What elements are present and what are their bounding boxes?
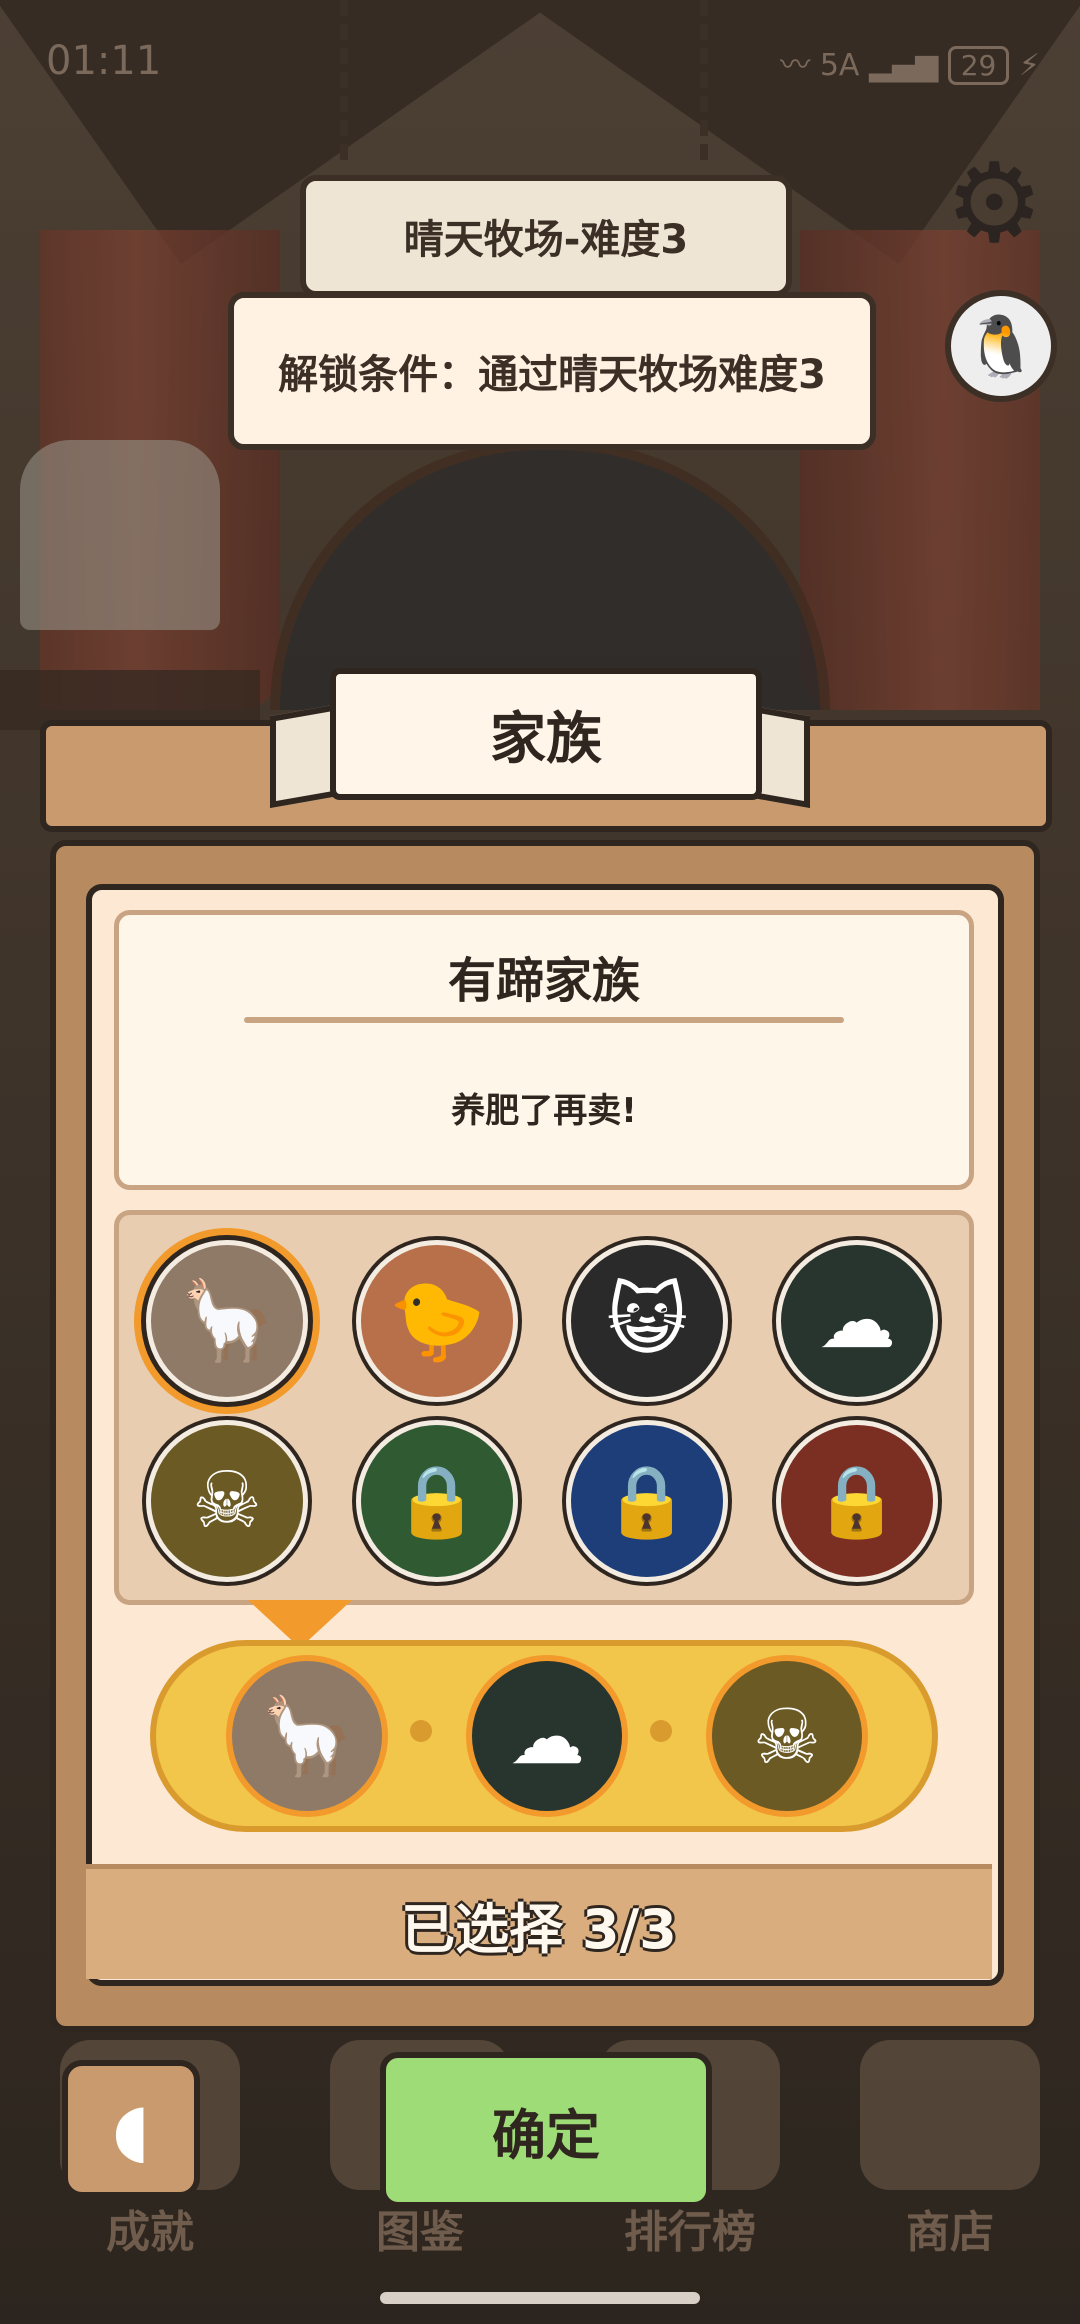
- family-slot[interactable]: 🐤: [356, 1240, 518, 1402]
- nav-shop-label: 商店: [906, 2207, 994, 2258]
- unlock-condition: 解锁条件：通过晴天牧场难度3: [228, 292, 876, 450]
- family-slot[interactable]: ☁: [776, 1240, 938, 1402]
- skull-icon: ☠: [752, 1691, 822, 1781]
- family-slot[interactable]: ☠: [146, 1420, 308, 1582]
- battery-level: 29: [960, 49, 997, 82]
- family-slot[interactable]: 🦙: [146, 1240, 308, 1402]
- shop-icon: [860, 2040, 1040, 2190]
- signal-icon: ▂▄▆: [868, 48, 939, 83]
- family-slot[interactable]: 🔒: [776, 1420, 938, 1582]
- chain-right: [700, 0, 728, 160]
- status-bar: 01:11 〰 5A ▂▄▆ 29 ⚡: [0, 0, 1080, 130]
- llama-icon: 🦙: [259, 1691, 355, 1780]
- nav-shop[interactable]: 商店: [840, 2040, 1060, 2260]
- wifi-icon: 〰: [780, 48, 811, 83]
- lock-icon: 🔒: [393, 1459, 481, 1542]
- separator-dot: [650, 1720, 672, 1742]
- family-description-box: 有蹄家族 养肥了再卖!: [114, 910, 974, 1190]
- selected-count: 已选择 3/3: [86, 1864, 992, 1979]
- chain-left: [340, 0, 368, 160]
- stage-title: 晴天牧场-难度3: [300, 175, 792, 297]
- confirm-button[interactable]: 确定: [380, 2052, 712, 2208]
- llama-icon: 🦙: [178, 1275, 276, 1366]
- selected-family-slot[interactable]: ☁: [466, 1655, 628, 1817]
- back-arrow-icon: ◖: [112, 2087, 150, 2171]
- blob-icon: ☁: [509, 1691, 585, 1781]
- status-icons: 〰 5A ▂▄▆ 29 ⚡: [780, 40, 1040, 85]
- divider: [244, 1017, 844, 1023]
- family-description: 养肥了再卖!: [451, 1091, 637, 1131]
- cat-icon: 😺: [606, 1276, 688, 1366]
- lock-icon: 🔒: [813, 1459, 901, 1542]
- selected-family-slot[interactable]: 🦙: [226, 1655, 388, 1817]
- charging-icon: ⚡: [1018, 48, 1040, 83]
- nav-achievements-label: 成就: [106, 2207, 194, 2258]
- gear-icon[interactable]: ⚙: [945, 148, 1044, 258]
- signal-label: 5A: [819, 48, 860, 83]
- family-name: 有蹄家族: [447, 953, 640, 1009]
- ribbon-title: 家族: [330, 668, 762, 800]
- status-time: 01:11: [46, 38, 162, 84]
- ribbon: 家族: [270, 658, 810, 809]
- selected-family-slot[interactable]: ☠: [706, 1655, 868, 1817]
- family-slot[interactable]: 🔒: [356, 1420, 518, 1582]
- family-slot[interactable]: 😺: [566, 1240, 728, 1402]
- bird-icon: 🐤: [388, 1275, 486, 1366]
- blob-icon: ☁: [818, 1276, 896, 1366]
- avatar[interactable]: 🐧: [945, 290, 1057, 402]
- skull-icon: ☠: [192, 1456, 262, 1546]
- battery-icon: 29: [947, 46, 1010, 85]
- separator-dot: [410, 1720, 432, 1742]
- back-button[interactable]: ◖: [62, 2060, 200, 2198]
- family-slot[interactable]: 🔒: [566, 1420, 728, 1582]
- home-indicator[interactable]: [380, 2292, 700, 2304]
- lock-icon: 🔒: [603, 1459, 691, 1542]
